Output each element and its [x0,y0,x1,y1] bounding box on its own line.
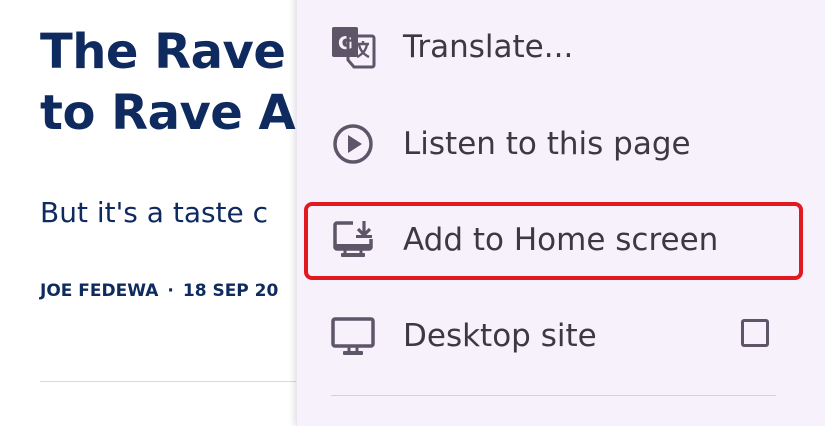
menu-item-desktop-site-label: Desktop site [403,318,597,354]
headline-line-1: The Rave [40,24,286,80]
add-to-home-screen-icon [329,216,377,264]
headline-line-2: to Rave A [40,85,296,141]
article-byline: JOE FEDEWA · 18 SEP 20 [40,281,278,301]
menu-item-listen[interactable]: Listen to this page [297,96,812,192]
google-translate-icon: G [329,23,377,71]
menu-item-translate-label: Translate... [403,29,574,65]
article-subhead: But it's a taste c [40,196,269,229]
browser-overflow-menu: G Translate... Listen to this page Add t… [296,0,825,426]
menu-item-translate[interactable]: G Translate... [297,0,812,95]
article-headline[interactable]: The Rave to Rave A [40,22,296,144]
menu-item-listen-label: Listen to this page [403,126,691,162]
play-circle-icon [329,120,377,168]
article-divider [40,381,300,382]
desktop-site-checkbox[interactable] [741,319,769,347]
author-link[interactable]: JOE FEDEWA [40,281,158,301]
menu-divider [331,395,776,396]
desktop-monitor-icon [329,312,377,360]
byline-separator: · [167,281,174,301]
menu-item-add-to-home-screen[interactable]: Add to Home screen [297,192,812,288]
menu-item-add-to-home-screen-label: Add to Home screen [403,222,719,258]
menu-item-desktop-site[interactable]: Desktop site [297,288,812,384]
publish-date: 18 SEP 20 [182,281,279,301]
